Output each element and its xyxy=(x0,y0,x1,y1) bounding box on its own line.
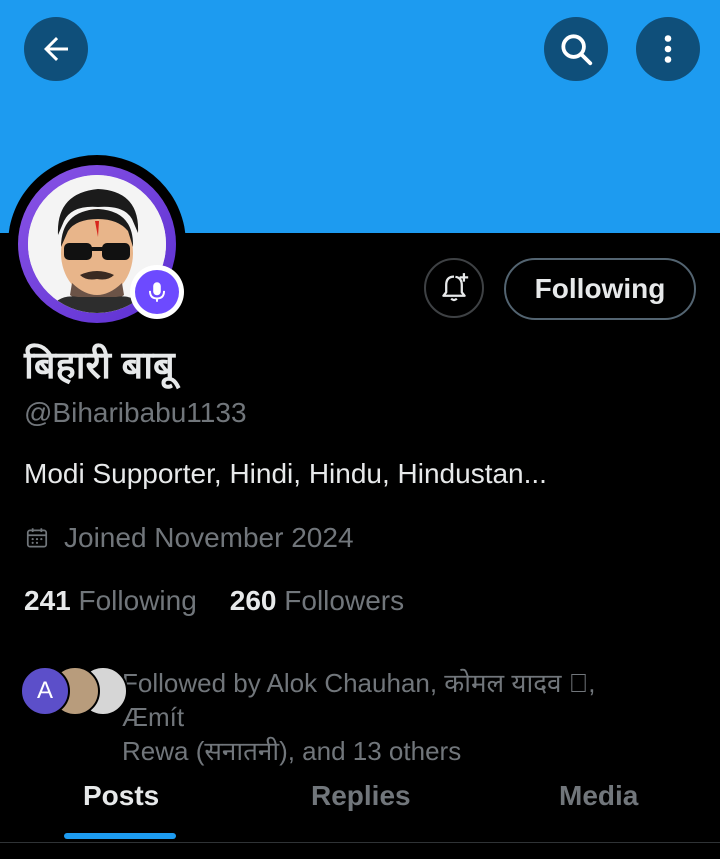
back-button[interactable] xyxy=(24,17,88,81)
profile-bio: Modi Supporter, Hindi, Hindu, Hindustan.… xyxy=(24,458,547,489)
following-label: Following xyxy=(78,585,197,616)
tab-replies[interactable]: Replies xyxy=(311,780,411,812)
calendar-icon xyxy=(26,528,48,548)
active-tab-indicator xyxy=(64,833,176,839)
follower-avatar: A xyxy=(20,666,70,716)
followers-label: Followers xyxy=(284,585,405,616)
following-button[interactable]: Following xyxy=(504,258,696,320)
followers-count: 260 xyxy=(229,585,277,616)
following-count: 241 xyxy=(24,585,71,616)
followed-by-line: Rewa (सनातनी), and 13 others xyxy=(122,736,462,766)
joined-text: Joined November 2024 xyxy=(64,522,354,553)
profile-tabs: Posts Replies Media xyxy=(0,770,720,843)
mic-icon xyxy=(148,282,166,302)
more-vertical-icon xyxy=(664,35,672,63)
notifications-button[interactable] xyxy=(424,258,484,318)
profile-stats: 241 Following 260 Followers xyxy=(24,585,404,617)
profile-handle: @Biharibabu1133 xyxy=(24,397,247,428)
more-options-button[interactable] xyxy=(636,17,700,81)
followers-stat[interactable]: 260 Followers xyxy=(230,585,404,617)
arrow-left-icon xyxy=(44,37,68,61)
search-icon xyxy=(561,34,593,66)
tab-posts[interactable]: Posts xyxy=(83,780,159,812)
tab-media[interactable]: Media xyxy=(559,780,638,812)
search-button[interactable] xyxy=(544,17,608,81)
profile-name: बिहारी बाबू xyxy=(24,345,175,387)
voice-badge xyxy=(130,265,184,319)
bell-plus-icon xyxy=(442,273,469,302)
joined-date: Joined November 2024 xyxy=(24,522,354,554)
followed-by-text: Followed by Alok Chauhan, कोमल यादव ⃣, Æ… xyxy=(122,666,662,768)
followed-by-line: Followed by Alok Chauhan, कोमल यादव ⃣, Æ… xyxy=(122,668,596,732)
following-stat[interactable]: 241 Following xyxy=(24,585,197,617)
profile-avatar[interactable] xyxy=(8,155,186,333)
